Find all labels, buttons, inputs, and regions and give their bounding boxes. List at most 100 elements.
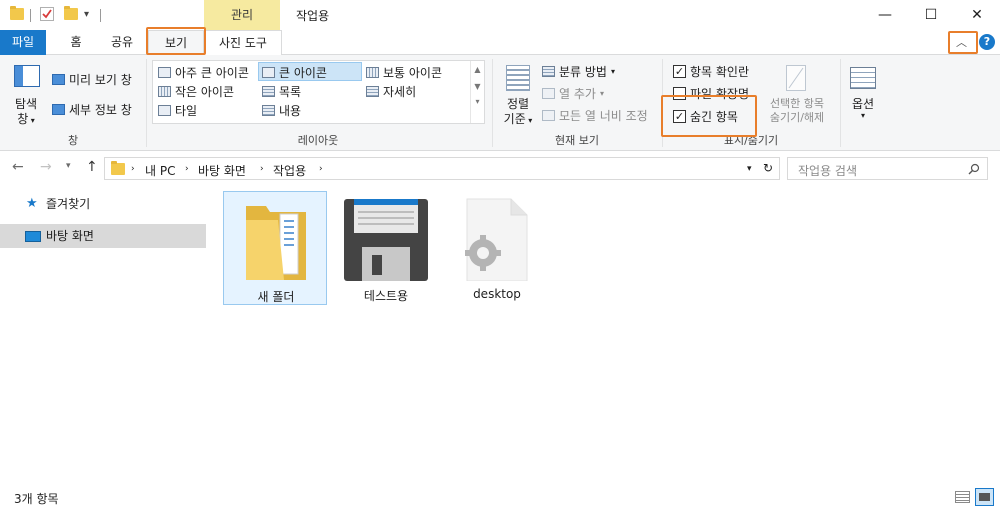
preview-pane-label: 미리 보기 창 xyxy=(69,73,132,87)
search-placeholder: 작업용 검색 xyxy=(798,164,858,178)
layout-label: 큰 아이콘 xyxy=(279,66,327,80)
details-pane-button[interactable]: 세부 정보 창 xyxy=(52,101,132,118)
up-arrow-icon[interactable]: ↑ xyxy=(86,159,98,175)
tab-photo-tools[interactable]: 사진 도구 xyxy=(204,30,282,56)
search-box[interactable]: 작업용 검색 xyxy=(787,157,988,180)
add-columns-icon xyxy=(542,88,555,99)
size-columns-label: 모든 열 너비 조정 xyxy=(559,109,648,123)
customize-toolbar-icon[interactable]: ▾ xyxy=(84,9,89,20)
new-folder-icon[interactable] xyxy=(64,6,78,20)
group-by-button[interactable]: 분류 방법 ▾ xyxy=(542,63,615,80)
properties-icon[interactable] xyxy=(40,7,54,21)
content-icon xyxy=(262,105,275,116)
forward-arrow-icon[interactable]: → xyxy=(40,159,52,175)
layout-large-icons[interactable]: 큰 아이콘 xyxy=(262,64,327,81)
preview-pane-button[interactable]: 미리 보기 창 xyxy=(52,71,132,88)
breadcrumb-working-folder[interactable]: 작업용 xyxy=(273,162,306,179)
nav-item-desktop[interactable]: 바탕 화면 xyxy=(0,224,206,248)
scroll-up-icon[interactable]: ▲ xyxy=(471,65,484,74)
layout-label: 목록 xyxy=(279,85,302,99)
group-label-panes: 창 xyxy=(67,134,79,147)
folder-icon[interactable] xyxy=(10,6,24,20)
checkbox-checked[interactable]: ✓ xyxy=(673,65,686,78)
breadcrumb-this-pc[interactable]: 내 PC xyxy=(145,162,175,179)
layout-content[interactable]: 내용 xyxy=(262,102,301,119)
scroll-down-icon[interactable]: ▼ xyxy=(471,82,484,91)
layout-medium-icons[interactable]: 보통 아이콘 xyxy=(366,64,442,81)
navigation-pane-label-2: 창 xyxy=(17,112,29,126)
breadcrumb-chevron-icon[interactable]: › xyxy=(185,164,189,174)
gallery-expand-icon[interactable]: ▾ xyxy=(471,97,484,106)
window-title: 작업용 xyxy=(296,9,330,23)
star-icon: ★ xyxy=(26,196,38,211)
divider xyxy=(100,9,101,22)
address-history-chevron-icon[interactable]: ▾ xyxy=(747,164,752,174)
file-item-new-folder[interactable]: 새 폴더 xyxy=(223,191,327,305)
address-bar[interactable]: › 내 PC › 바탕 화면 › 작업용 › ▾ ↻ xyxy=(104,157,780,180)
layout-list[interactable]: 목록 xyxy=(262,83,301,100)
group-by-icon xyxy=(542,66,555,77)
nav-item-quick-access[interactable]: ★ 즐겨찾기 xyxy=(0,192,206,216)
item-checkboxes-option[interactable]: ✓ 항목 확인란 xyxy=(673,63,749,80)
sort-icon xyxy=(506,65,530,91)
maximize-button[interactable]: ☐ xyxy=(908,0,954,30)
status-bar: 3개 항목 xyxy=(0,484,1000,511)
layout-label: 내용 xyxy=(279,104,302,118)
options-label: 옵션 xyxy=(851,97,875,111)
file-name: 새 폴더 xyxy=(257,290,295,304)
breadcrumb-chevron-icon[interactable]: › xyxy=(260,164,264,174)
chevron-down-icon: ▾ xyxy=(860,111,865,120)
large-icons-view-icon[interactable] xyxy=(975,488,994,506)
group-by-label: 분류 방법 xyxy=(559,65,607,79)
folder-icon xyxy=(111,161,125,175)
details-pane-icon xyxy=(52,104,65,115)
navigation-row: ← → ▾ ↑ › 내 PC › 바탕 화면 › 작업용 › ▾ ↻ 작업용 검… xyxy=(0,152,1000,184)
recent-locations-chevron-icon[interactable]: ▾ xyxy=(66,161,71,171)
size-all-columns-button[interactable]: 모든 열 너비 조정 xyxy=(542,107,648,124)
hide-selected-items-button[interactable]: 선택한 항목 숨기기/해제 xyxy=(762,63,832,129)
options-button[interactable]: 옵션 ▾ xyxy=(846,63,880,129)
details-view-icon[interactable] xyxy=(955,491,970,503)
contextual-tab-manage[interactable]: 관리 xyxy=(204,0,280,30)
extra-large-icons-icon xyxy=(158,67,171,78)
breadcrumb-desktop[interactable]: 바탕 화면 xyxy=(198,162,246,179)
help-icon[interactable]: ? xyxy=(979,34,995,50)
add-columns-button[interactable]: 열 추가 ▾ xyxy=(542,85,604,102)
tab-home[interactable]: 홈 xyxy=(58,30,94,55)
nav-item-label: 바탕 화면 xyxy=(46,229,94,243)
layout-tiles[interactable]: 타일 xyxy=(158,102,197,119)
breadcrumb-chevron-icon[interactable]: › xyxy=(319,164,323,174)
navigation-pane-icon xyxy=(14,65,40,87)
highlight-view-tab xyxy=(146,27,206,55)
size-columns-icon xyxy=(542,110,555,121)
group-divider xyxy=(840,59,841,147)
search-icon[interactable] xyxy=(968,163,980,175)
item-count: 3개 항목 xyxy=(14,492,59,506)
close-button[interactable]: ✕ xyxy=(954,0,1000,30)
hide-selected-label-2: 숨기기/해제 xyxy=(769,111,825,124)
file-item-test[interactable]: 테스트용 xyxy=(334,191,438,305)
tab-file[interactable]: 파일 xyxy=(0,30,46,55)
layout-small-icons[interactable]: 작은 아이콘 xyxy=(158,83,234,100)
tab-share[interactable]: 공유 xyxy=(100,30,144,55)
file-name: 테스트용 xyxy=(363,289,409,303)
file-item-desktop-ini[interactable]: desktop xyxy=(445,191,549,305)
nav-item-label: 즐겨찾기 xyxy=(46,197,91,211)
item-checkboxes-label: 항목 확인란 xyxy=(690,65,750,79)
layout-label: 작은 아이콘 xyxy=(175,85,235,99)
navigation-pane-button[interactable]: 탐색 창 ▾ xyxy=(10,63,42,127)
layout-details[interactable]: 자세히 xyxy=(366,83,416,100)
back-arrow-icon[interactable]: ← xyxy=(12,159,24,175)
sort-by-button[interactable]: 정렬 기준 ▾ xyxy=(500,63,536,129)
layout-gallery-scrollbar[interactable]: ▲ ▼ ▾ xyxy=(470,61,484,123)
file-name: desktop xyxy=(473,287,521,301)
breadcrumb-chevron-icon[interactable]: › xyxy=(131,164,135,174)
minimize-button[interactable]: — xyxy=(862,0,908,30)
chevron-down-icon: ▾ xyxy=(525,116,533,125)
folder-icon xyxy=(246,206,306,280)
layout-extra-large-icons[interactable]: 아주 큰 아이콘 xyxy=(158,64,249,81)
group-label-layout: 레이아웃 xyxy=(297,134,339,147)
refresh-icon[interactable]: ↻ xyxy=(763,161,773,175)
divider xyxy=(30,9,31,22)
details-icon xyxy=(366,86,379,97)
